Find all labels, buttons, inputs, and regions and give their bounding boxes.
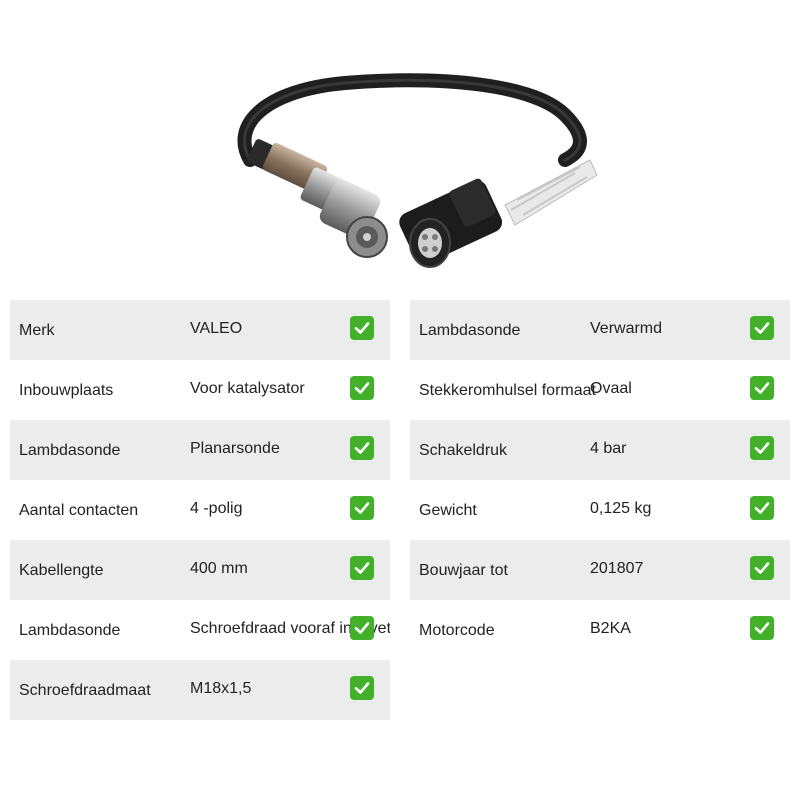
spec-label: Merk xyxy=(19,322,55,339)
spec-row: Lambdasonde Verwarmd xyxy=(410,300,790,360)
checkmark-icon xyxy=(350,676,374,700)
checkmark-icon xyxy=(350,316,374,340)
spec-row: Stekkeromhulsel formaat Ovaal xyxy=(410,360,790,420)
spec-value: Planarsonde xyxy=(190,440,280,457)
checkmark-icon xyxy=(350,616,374,640)
spec-row: Merk VALEO xyxy=(10,300,390,360)
spec-label: Bouwjaar tot xyxy=(419,562,508,579)
spec-row: Aantal contacten 4 -polig xyxy=(10,480,390,540)
spec-table-right: Lambdasonde Verwarmd Stekkeromhulsel for… xyxy=(410,300,790,660)
checkmark-icon xyxy=(350,556,374,580)
spec-value: VALEO xyxy=(190,320,243,337)
spec-value: 0,125 kg xyxy=(590,500,652,517)
spec-label: Aantal contacten xyxy=(19,502,139,519)
spec-label: Schroefdraadmaat xyxy=(19,682,151,699)
checkmark-icon xyxy=(350,376,374,400)
spec-value: 4 bar xyxy=(590,440,627,457)
spec-table-left: Merk VALEO Inbouwplaats Voor katalysator… xyxy=(10,300,390,720)
spec-row: Schroefdraadmaat M18x1,5 xyxy=(10,660,390,720)
checkmark-icon xyxy=(350,436,374,460)
spec-row: Lambdasonde Schroefdraad vooraf ingevet xyxy=(10,600,390,660)
spec-label: Inbouwplaats xyxy=(19,382,114,399)
spec-value: Verwarmd xyxy=(590,320,663,337)
spec-row: Motorcode B2KA xyxy=(410,600,790,660)
spec-row: Lambdasonde Planarsonde xyxy=(10,420,390,480)
checkmark-icon xyxy=(750,496,774,520)
spec-value: Voor katalysator xyxy=(190,380,305,397)
checkmark-icon xyxy=(350,496,374,520)
spec-value: M18x1,5 xyxy=(190,680,252,697)
spec-value: 4 -polig xyxy=(190,500,243,517)
spec-label: Lambdasonde xyxy=(419,322,521,339)
spec-row: Schakeldruk 4 bar xyxy=(410,420,790,480)
spec-value: 201807 xyxy=(590,560,644,577)
checkmark-icon xyxy=(750,556,774,580)
spec-value: Ovaal xyxy=(590,380,632,397)
spec-value: 400 mm xyxy=(190,560,248,577)
spec-row: Kabellengte 400 mm xyxy=(10,540,390,600)
spec-label: Gewicht xyxy=(419,502,477,519)
spec-label: Lambdasonde xyxy=(19,442,121,459)
spec-row: Gewicht 0,125 kg xyxy=(410,480,790,540)
spec-label: Lambdasonde xyxy=(19,622,121,639)
checkmark-icon xyxy=(750,316,774,340)
spec-value: B2KA xyxy=(590,620,631,637)
spec-label: Kabellengte xyxy=(19,562,104,579)
checkmark-icon xyxy=(750,616,774,640)
spec-row: Inbouwplaats Voor katalysator xyxy=(10,360,390,420)
lambda-sensor-image xyxy=(237,73,598,268)
checkmark-icon xyxy=(750,376,774,400)
spec-label: Stekkeromhulsel formaat xyxy=(419,382,596,399)
spec-label: Schakeldruk xyxy=(419,442,508,459)
spec-row: Bouwjaar tot 201807 xyxy=(410,540,790,600)
spec-label: Motorcode xyxy=(419,622,495,639)
checkmark-icon xyxy=(750,436,774,460)
